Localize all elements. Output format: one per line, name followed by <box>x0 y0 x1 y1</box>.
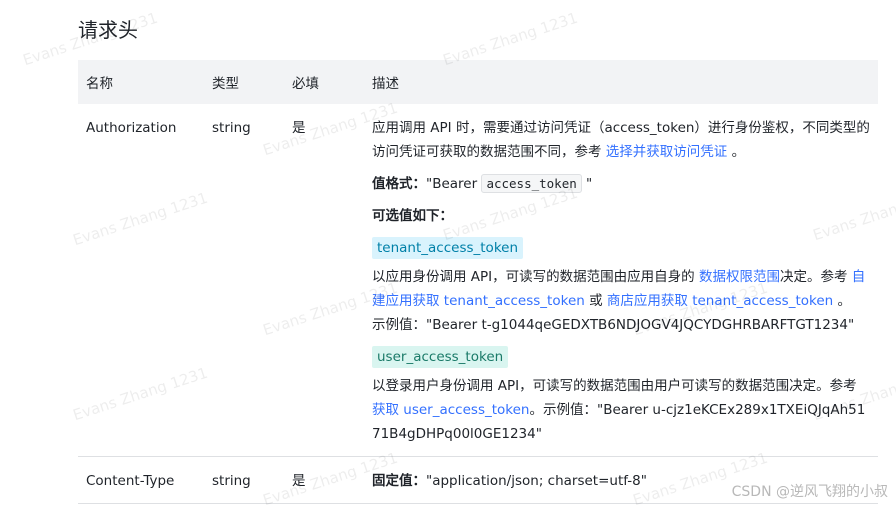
param-name: Content-Type <box>78 456 204 504</box>
param-type: string <box>204 104 284 457</box>
col-name: 名称 <box>78 60 204 104</box>
tenant-text: 或 <box>584 293 607 309</box>
table-row: Authorization string 是 应用调用 API 时，需要通过访问… <box>78 104 878 457</box>
format-code: access_token <box>481 174 582 193</box>
section-title: 请求头 <box>78 18 138 42</box>
col-type: 类型 <box>204 60 284 104</box>
desc-text: 。 <box>727 144 746 160</box>
format-text: " <box>581 176 593 192</box>
table-header-row: 名称 类型 必填 描述 <box>78 60 878 104</box>
col-required: 必填 <box>284 60 364 104</box>
link-data-scope[interactable]: 数据权限范围 <box>699 269 780 285</box>
param-description: 应用调用 API 时，需要通过访问凭证（access_token）进行身份鉴权，… <box>364 104 878 457</box>
tenant-example: 示例值："Bearer t-g1044qeGEDXTB6NDJOGV4JQCYD… <box>372 317 855 333</box>
tenant-text: 决定。参考 <box>779 269 852 285</box>
param-required: 是 <box>284 456 364 504</box>
fixed-label: 固定值： <box>372 473 426 489</box>
options-label: 可选值如下： <box>372 208 453 224</box>
link-store-app-tenant-token[interactable]: 商店应用获取 tenant_access_token <box>607 293 833 309</box>
format-text: "Bearer <box>426 176 482 192</box>
tenant-text: 以应用身份调用 API，可读写的数据范围由应用自身的 <box>372 269 699 285</box>
col-description: 描述 <box>364 60 878 104</box>
param-type: string <box>204 456 284 504</box>
param-name: Authorization <box>78 104 204 457</box>
user-token-tag: user_access_token <box>372 346 509 368</box>
tenant-text: 。 <box>833 293 852 309</box>
link-choose-token[interactable]: 选择并获取访问凭证 <box>606 144 728 160</box>
request-header-table: 名称 类型 必填 描述 Authorization string 是 应用调用 … <box>78 60 878 504</box>
format-label: 值格式： <box>372 176 426 192</box>
user-text: 以登录用户身份调用 API，可读写的数据范围由用户可读写的数据范围决定。参考 <box>372 378 857 394</box>
link-get-user-token[interactable]: 获取 user_access_token <box>372 402 529 418</box>
tenant-token-tag: tenant_access_token <box>372 237 524 259</box>
csdn-watermark: CSDN @逆风飞翔的小叔 <box>731 484 888 500</box>
param-required: 是 <box>284 104 364 457</box>
fixed-value: "application/json; charset=utf-8" <box>426 473 647 489</box>
